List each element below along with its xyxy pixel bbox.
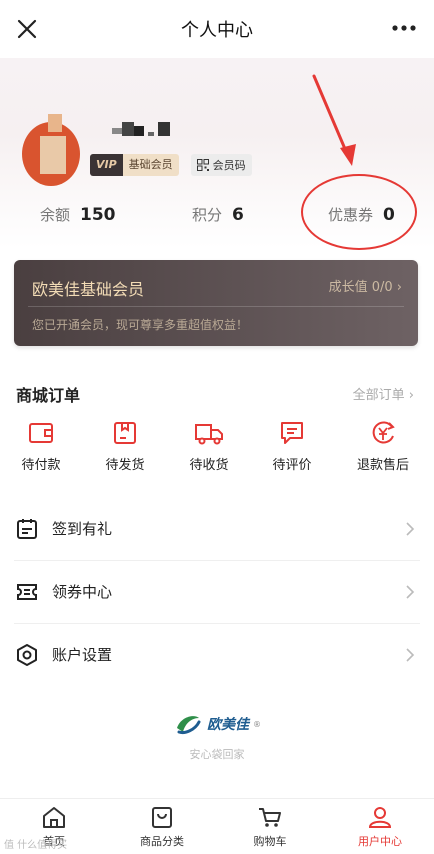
cart-icon: [259, 808, 281, 827]
order-pending-shipment[interactable]: 待发货: [82, 420, 168, 473]
box-icon: [114, 422, 136, 444]
points-value: 6: [232, 205, 244, 225]
order-item-label: 待付款: [21, 458, 61, 473]
brand-name: 欧美佳: [207, 717, 249, 733]
annotation-circle: [301, 174, 417, 250]
more-dots-icon[interactable]: [390, 18, 418, 38]
user-icon: [368, 807, 392, 828]
menu-item-account-settings[interactable]: 账户设置: [0, 624, 434, 687]
order-pending-review[interactable]: 待评价: [249, 420, 335, 473]
growth-value[interactable]: 成长值 0/0 ›: [329, 276, 402, 295]
balance-label: 余额: [40, 206, 71, 224]
orders-header: 商城订单 全部订单 ›: [0, 380, 434, 410]
chevron-right-icon: [406, 522, 415, 536]
balance-value: 150: [80, 205, 116, 225]
ticket-icon: [17, 584, 37, 600]
registered-mark: ®: [253, 719, 261, 729]
avatar[interactable]: [18, 112, 84, 192]
points-label: 积分: [192, 206, 223, 224]
brand-footer: 欧美佳 ® 安心袋回家: [0, 712, 434, 772]
vip-badge: VIP 基础会员: [90, 154, 179, 176]
order-item-label: 待评价: [272, 458, 312, 473]
balance-stat[interactable]: 余额 150: [40, 204, 116, 225]
watermark: 值 什么值得买: [4, 840, 68, 851]
home-icon: [43, 807, 65, 828]
orders-title: 商城订单: [16, 386, 81, 405]
member-badges: VIP 基础会员 会员码: [90, 154, 252, 176]
tab-category[interactable]: 商品分类: [108, 805, 216, 849]
brand-tagline: 安心袋回家: [189, 748, 245, 761]
tab-cart[interactable]: 购物车: [216, 805, 324, 849]
truck-icon: [195, 424, 223, 445]
calendar-icon: [17, 519, 37, 539]
card-divider: [28, 306, 404, 307]
order-refund[interactable]: 退款售后: [340, 420, 426, 473]
wallet-icon: [29, 423, 53, 443]
order-status-row: 待付款 待发货 待收货 待评价 退款售后: [0, 420, 434, 482]
qr-code-icon: [196, 159, 209, 171]
menu-item-coupon-center[interactable]: 领券中心: [0, 561, 434, 624]
member-card-description: 您已开通会员，现可尊享多重超值权益！: [32, 318, 249, 332]
member-code-button[interactable]: 会员码: [190, 154, 252, 176]
menu-item-checkin[interactable]: 签到有礼: [0, 498, 434, 561]
order-pending-payment[interactable]: 待付款: [0, 420, 84, 473]
settings-icon: [17, 644, 37, 666]
order-item-label: 待发货: [105, 458, 145, 473]
chevron-right-icon: [406, 585, 415, 599]
vip-label: VIP: [90, 154, 123, 176]
tab-label: 商品分类: [140, 835, 184, 848]
tab-user-center[interactable]: 用户中心: [326, 805, 434, 849]
menu-item-label: 领券中心: [52, 583, 113, 601]
annotation-arrow: [312, 74, 356, 166]
brand-logo: 欧美佳 ®: [173, 712, 261, 736]
all-orders-link[interactable]: 全部订单 ›: [353, 384, 414, 403]
order-item-label: 待收货: [189, 458, 229, 473]
page-title: 个人中心: [181, 20, 253, 41]
username-blurred: [112, 122, 176, 142]
order-item-label: 退款售后: [356, 458, 409, 473]
tab-label: 用户中心: [358, 835, 402, 848]
menu-list: 签到有礼 领券中心 账户设置: [0, 498, 434, 687]
top-bar: 个人中心: [0, 0, 434, 58]
category-icon: [152, 807, 172, 828]
member-card-title: 欧美佳基础会员: [32, 280, 145, 299]
menu-item-label: 账户设置: [52, 646, 113, 664]
tab-label: 购物车: [253, 835, 287, 848]
points-stat[interactable]: 积分 6: [192, 204, 244, 225]
chevron-right-icon: [406, 648, 415, 662]
brand-leaf-icon: [177, 716, 201, 734]
member-card[interactable]: 欧美佳基础会员 成长值 0/0 › 您已开通会员，现可尊享多重超值权益！: [14, 260, 418, 346]
comment-icon: [281, 422, 303, 444]
member-level: 基础会员: [122, 154, 179, 176]
refund-icon: [372, 421, 395, 444]
menu-item-label: 签到有礼: [52, 520, 113, 538]
member-code-label: 会员码: [212, 159, 246, 172]
order-pending-receipt[interactable]: 待收货: [166, 420, 252, 473]
